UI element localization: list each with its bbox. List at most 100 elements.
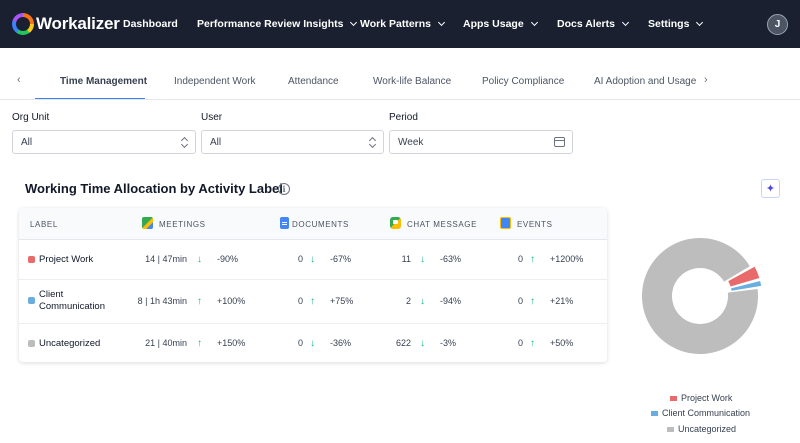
chat-change: -63% bbox=[440, 254, 462, 264]
arrow-down-icon: ↓ bbox=[420, 296, 425, 307]
app-name: Workalizer bbox=[36, 14, 120, 33]
section-title: Working Time Allocation by Activity Labe… bbox=[25, 181, 283, 196]
column-header-documents: DOCUMENTS bbox=[292, 220, 349, 229]
tab-time-management[interactable]: Time Management bbox=[60, 76, 147, 87]
legend-swatch bbox=[670, 395, 677, 401]
meetings-change: +150% bbox=[217, 338, 246, 348]
events-value: 0 bbox=[517, 338, 523, 348]
legend-item-uncategorized[interactable]: Uncategorized bbox=[667, 424, 736, 434]
arrow-down-icon: ↓ bbox=[197, 254, 202, 265]
user-label: User bbox=[201, 112, 223, 123]
nav-performance-review-insights[interactable]: Performance Review Insights bbox=[197, 18, 358, 30]
documents-change: -36% bbox=[330, 338, 352, 348]
nav-performance-label: Performance Review Insights bbox=[197, 18, 344, 30]
label-color-swatch bbox=[28, 297, 35, 304]
select-arrows-icon bbox=[369, 137, 375, 149]
row-label: Client Communication bbox=[39, 289, 105, 312]
chat-change: -94% bbox=[440, 296, 462, 306]
arrow-down-icon: ↓ bbox=[310, 254, 315, 265]
google-chat-icon bbox=[390, 217, 401, 229]
nav-settings[interactable]: Settings bbox=[648, 18, 704, 30]
label-color-swatch bbox=[28, 340, 35, 347]
table-row: Client Communication 8 | 1h 43min ↑ +100… bbox=[19, 280, 607, 324]
column-header-chat-message: CHAT MESSAGE bbox=[407, 220, 478, 229]
events-change: +21% bbox=[550, 296, 574, 306]
nav-dashboard[interactable]: Dashboard bbox=[123, 18, 178, 30]
nav-apps-usage[interactable]: Apps Usage bbox=[463, 18, 538, 30]
documents-value: 0 bbox=[297, 254, 303, 264]
row-label: Project Work bbox=[39, 254, 94, 265]
nav-dashboard-label: Dashboard bbox=[123, 18, 178, 30]
ai-insights-button[interactable]: ✦ bbox=[761, 179, 780, 198]
arrow-down-icon: ↓ bbox=[420, 338, 425, 349]
nav-apps-usage-label: Apps Usage bbox=[463, 18, 524, 30]
nav-work-patterns[interactable]: Work Patterns bbox=[360, 18, 446, 30]
table-row: Uncategorized 21 | 40min ↑ +150% 0 ↓ -36… bbox=[19, 324, 607, 362]
legend-swatch bbox=[667, 426, 674, 432]
org-unit-select[interactable]: All bbox=[12, 130, 196, 154]
table-header: LABEL MEETINGS DOCUMENTS CHAT MESSAGE EV… bbox=[19, 208, 607, 240]
meetings-change: -90% bbox=[217, 254, 239, 264]
legend-label: Uncategorized bbox=[678, 424, 737, 434]
chat-value: 622 bbox=[395, 338, 411, 348]
calendar-icon[interactable] bbox=[554, 137, 565, 147]
report-tabs: ‹ Time Management Independent Work Atten… bbox=[0, 62, 800, 100]
events-change: +1200% bbox=[550, 254, 584, 264]
arrow-up-icon: ↑ bbox=[197, 338, 202, 349]
user-value: All bbox=[210, 137, 222, 148]
legend-label: Client Communication bbox=[662, 408, 751, 418]
arrow-up-icon: ↑ bbox=[530, 296, 535, 307]
tab-work-life-balance[interactable]: Work-life Balance bbox=[373, 76, 451, 87]
google-calendar-icon bbox=[500, 217, 511, 229]
google-docs-icon bbox=[280, 217, 289, 229]
documents-change: -67% bbox=[330, 254, 352, 264]
arrow-up-icon: ↑ bbox=[310, 296, 315, 307]
google-meet-icon bbox=[142, 217, 153, 229]
org-unit-label: Org Unit bbox=[12, 112, 50, 123]
chat-value: 2 bbox=[405, 296, 411, 306]
meetings-change: +100% bbox=[217, 296, 246, 306]
activity-allocation-table: LABEL MEETINGS DOCUMENTS CHAT MESSAGE EV… bbox=[19, 208, 607, 362]
activity-donut-chart bbox=[642, 238, 762, 354]
chevron-down-icon bbox=[437, 18, 446, 27]
column-header-meetings: MEETINGS bbox=[159, 220, 206, 229]
label-color-swatch bbox=[28, 256, 35, 263]
nav-docs-alerts-label: Docs Alerts bbox=[557, 18, 615, 30]
tab-attendance[interactable]: Attendance bbox=[288, 76, 339, 87]
donut-slice-uncategorized[interactable] bbox=[642, 238, 758, 354]
user-avatar[interactable]: J bbox=[767, 14, 788, 35]
tab-independent-work[interactable]: Independent Work bbox=[174, 76, 256, 87]
nav-docs-alerts[interactable]: Docs Alerts bbox=[557, 18, 630, 30]
chevron-down-icon bbox=[530, 18, 538, 27]
tabs-divider bbox=[0, 99, 800, 100]
chat-value: 11 bbox=[401, 254, 411, 264]
legend-item-client-communication[interactable]: Client Communication bbox=[651, 408, 750, 418]
period-picker[interactable]: Week bbox=[389, 130, 573, 154]
tab-policy-compliance[interactable]: Policy Compliance bbox=[482, 76, 564, 87]
arrow-down-icon: ↓ bbox=[420, 254, 425, 265]
events-change: +50% bbox=[550, 338, 574, 348]
arrow-down-icon: ↓ bbox=[310, 338, 315, 349]
info-icon[interactable]: i bbox=[278, 183, 290, 195]
events-value: 0 bbox=[517, 296, 523, 306]
tabs-scroll-left-icon[interactable]: ‹ bbox=[17, 74, 21, 86]
events-value: 0 bbox=[517, 254, 523, 264]
period-value: Week bbox=[398, 137, 424, 148]
app-logo[interactable]: Workalizer bbox=[12, 12, 120, 36]
documents-change: +75% bbox=[330, 296, 354, 306]
tab-ai-adoption-and-usage[interactable]: AI Adoption and Usage bbox=[594, 76, 696, 87]
legend-item-project-work[interactable]: Project Work bbox=[670, 393, 732, 403]
org-unit-value: All bbox=[21, 137, 33, 148]
select-arrows-icon bbox=[181, 137, 187, 149]
column-header-events: EVENTS bbox=[517, 220, 553, 229]
meetings-value: 14 | 47min bbox=[145, 254, 187, 264]
period-label: Period bbox=[389, 112, 418, 123]
documents-value: 0 bbox=[297, 338, 303, 348]
tabs-scroll-right-icon[interactable]: › bbox=[704, 74, 708, 86]
chat-change: -3% bbox=[440, 338, 457, 348]
documents-value: 0 bbox=[297, 296, 303, 306]
top-navigation-bar: Workalizer Dashboard Performance Review … bbox=[0, 0, 800, 48]
table-row: Project Work 14 | 47min ↓ -90% 0 ↓ -67% … bbox=[19, 240, 607, 280]
user-select[interactable]: All bbox=[201, 130, 384, 154]
chevron-down-icon bbox=[621, 18, 630, 27]
